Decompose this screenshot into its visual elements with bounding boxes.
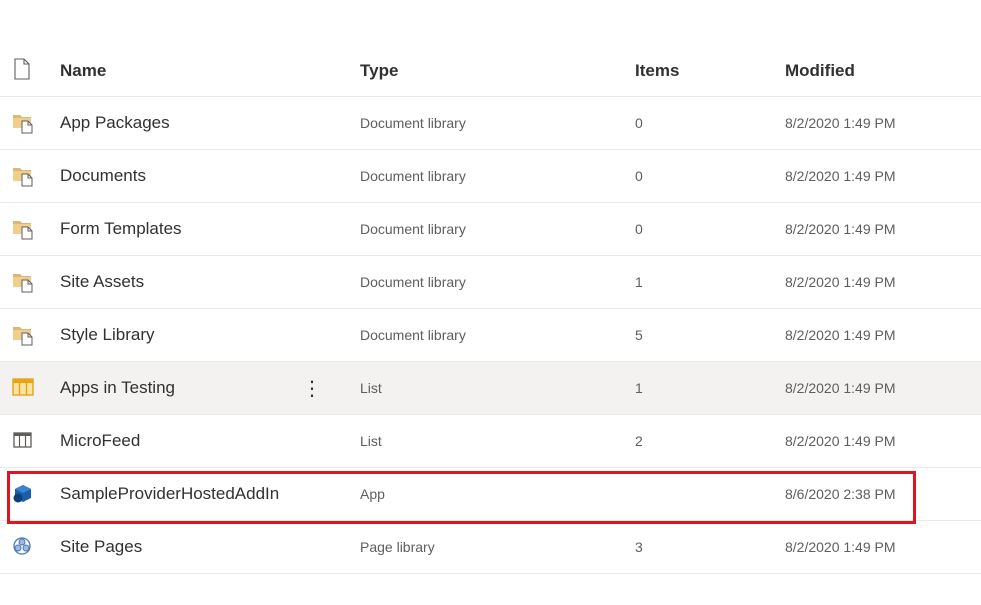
item-count: 2	[635, 433, 643, 449]
item-name[interactable]: Style Library	[60, 309, 154, 361]
item-modified: 8/2/2020 1:49 PM	[785, 168, 896, 184]
document-library-icon	[12, 256, 36, 308]
item-type: Document library	[360, 221, 466, 237]
document-library-icon	[12, 150, 36, 202]
list-icon	[12, 362, 36, 414]
file-type-icon[interactable]	[12, 42, 36, 96]
item-count: 5	[635, 327, 643, 343]
item-modified: 8/2/2020 1:49 PM	[785, 327, 896, 343]
page-library-icon	[12, 521, 36, 573]
item-modified: 8/2/2020 1:49 PM	[785, 115, 896, 131]
item-type: Document library	[360, 274, 466, 290]
item-name[interactable]: MicroFeed	[60, 415, 140, 467]
app-icon	[12, 468, 36, 520]
item-count: 0	[635, 168, 643, 184]
item-count: 3	[635, 539, 643, 555]
item-modified: 8/2/2020 1:49 PM	[785, 539, 896, 555]
list-item[interactable]: Documents Document library 0 8/2/2020 1:…	[0, 150, 981, 203]
item-count: 1	[635, 380, 643, 396]
list-item[interactable]: Form Templates Document library 0 8/2/20…	[0, 203, 981, 256]
item-name[interactable]: App Packages	[60, 97, 170, 149]
item-modified: 8/2/2020 1:49 PM	[785, 433, 896, 449]
list-item[interactable]: Style Library Document library 5 8/2/202…	[0, 309, 981, 362]
document-library-icon	[12, 97, 36, 149]
item-type: Document library	[360, 327, 466, 343]
list-icon	[12, 415, 36, 467]
item-name[interactable]: Site Pages	[60, 521, 142, 573]
item-name[interactable]: Documents	[60, 150, 146, 202]
site-contents-list: Name Type Items Modified App Packages Do…	[0, 42, 981, 574]
item-modified: 8/2/2020 1:49 PM	[785, 221, 896, 237]
item-type: Document library	[360, 115, 466, 131]
list-item[interactable]: App Packages Document library 0 8/2/2020…	[0, 97, 981, 150]
more-actions-icon[interactable]: ⋮	[300, 362, 324, 414]
item-type: List	[360, 380, 382, 396]
column-header-type[interactable]: Type	[360, 44, 398, 98]
item-type: List	[360, 433, 382, 449]
document-library-icon	[12, 309, 36, 361]
item-name[interactable]: SampleProviderHostedAddIn	[60, 468, 279, 520]
item-count: 1	[635, 274, 643, 290]
item-type: Document library	[360, 168, 466, 184]
document-library-icon	[12, 203, 36, 255]
item-type: Page library	[360, 539, 435, 555]
item-count: 0	[635, 115, 643, 131]
list-item[interactable]: MicroFeed List 2 8/2/2020 1:49 PM	[0, 415, 981, 468]
list-item[interactable]: Site Assets Document library 1 8/2/2020 …	[0, 256, 981, 309]
item-count: 0	[635, 221, 643, 237]
item-name[interactable]: Apps in Testing	[60, 362, 175, 414]
column-header-name[interactable]: Name	[60, 44, 106, 98]
column-header-row: Name Type Items Modified	[0, 42, 981, 97]
item-modified: 8/2/2020 1:49 PM	[785, 274, 896, 290]
column-header-modified[interactable]: Modified	[785, 44, 855, 98]
item-modified: 8/2/2020 1:49 PM	[785, 380, 896, 396]
item-name[interactable]: Site Assets	[60, 256, 144, 308]
list-item[interactable]: Apps in Testing ⋮ List 1 8/2/2020 1:49 P…	[0, 362, 981, 415]
list-item[interactable]: SampleProviderHostedAddIn App 8/6/2020 2…	[0, 468, 981, 521]
item-modified: 8/6/2020 2:38 PM	[785, 486, 896, 502]
list-item[interactable]: Site Pages Page library 3 8/2/2020 1:49 …	[0, 521, 981, 574]
column-header-items[interactable]: Items	[635, 44, 679, 98]
item-type: App	[360, 486, 385, 502]
item-name[interactable]: Form Templates	[60, 203, 182, 255]
